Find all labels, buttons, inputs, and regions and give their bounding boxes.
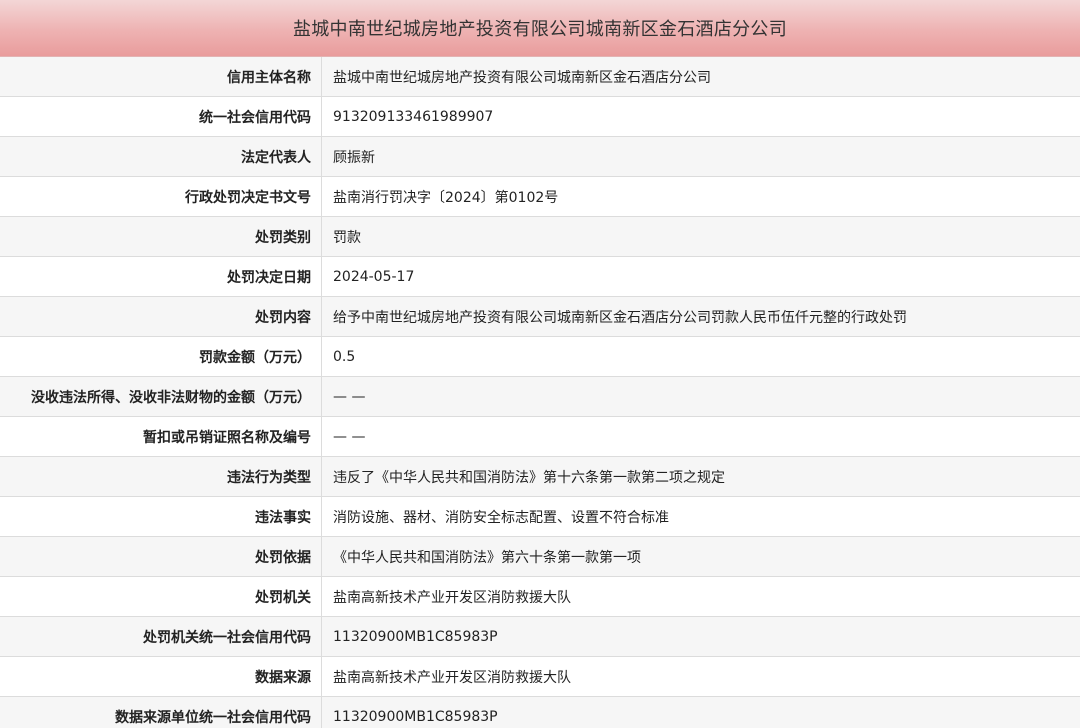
value-confiscation-amount: — — bbox=[333, 388, 366, 405]
record-table: 信用主体名称 盐城中南世纪城房地产投资有限公司城南新区金石酒店分公司 统一社会信… bbox=[0, 57, 1080, 728]
label-confiscation-amount: 没收违法所得、没收非法财物的金额（万元） bbox=[0, 377, 322, 416]
value-license-suspension: — — bbox=[333, 428, 366, 445]
row-authority-credit-code: 处罚机关统一社会信用代码 11320900MB1C85983P bbox=[0, 617, 1080, 657]
value-credit-subject-name: 盐城中南世纪城房地产投资有限公司城南新区金石酒店分公司 bbox=[333, 69, 711, 86]
record-title: 盐城中南世纪城房地产投资有限公司城南新区金石酒店分公司 bbox=[292, 19, 788, 40]
label-unified-credit-code: 统一社会信用代码 bbox=[0, 97, 322, 136]
row-legal-representative: 法定代表人 顾振新 bbox=[0, 137, 1080, 177]
record-page: 盐城中南世纪城房地产投资有限公司城南新区金石酒店分公司 信用主体名称 盐城中南世… bbox=[0, 0, 1080, 728]
label-fine-amount: 罚款金额（万元） bbox=[0, 337, 322, 376]
value-decision-document-number: 盐南消行罚决字〔2024〕第0102号 bbox=[333, 189, 559, 206]
value-penalty-authority: 盐南高新技术产业开发区消防救援大队 bbox=[333, 589, 571, 606]
label-legal-representative: 法定代表人 bbox=[0, 137, 322, 176]
label-penalty-basis: 处罚依据 bbox=[0, 537, 322, 576]
row-credit-subject-name: 信用主体名称 盐城中南世纪城房地产投资有限公司城南新区金石酒店分公司 bbox=[0, 57, 1080, 97]
row-violation-type: 违法行为类型 违反了《中华人民共和国消防法》第十六条第一款第二项之规定 bbox=[0, 457, 1080, 497]
row-violation-facts: 违法事实 消防设施、器材、消防安全标志配置、设置不符合标准 bbox=[0, 497, 1080, 537]
label-penalty-category: 处罚类别 bbox=[0, 217, 322, 256]
value-legal-representative: 顾振新 bbox=[333, 149, 375, 166]
row-unified-credit-code: 统一社会信用代码 913209133461989907 bbox=[0, 97, 1080, 137]
value-data-source: 盐南高新技术产业开发区消防救援大队 bbox=[333, 669, 571, 686]
value-decision-date: 2024-05-17 bbox=[333, 268, 415, 285]
label-authority-credit-code: 处罚机关统一社会信用代码 bbox=[0, 617, 322, 656]
value-penalty-category: 罚款 bbox=[333, 229, 361, 246]
label-license-suspension: 暂扣或吊销证照名称及编号 bbox=[0, 417, 322, 456]
row-decision-date: 处罚决定日期 2024-05-17 bbox=[0, 257, 1080, 297]
label-violation-facts: 违法事实 bbox=[0, 497, 322, 536]
label-penalty-authority: 处罚机关 bbox=[0, 577, 322, 616]
row-penalty-authority: 处罚机关 盐南高新技术产业开发区消防救援大队 bbox=[0, 577, 1080, 617]
label-data-source-credit-code: 数据来源单位统一社会信用代码 bbox=[0, 697, 322, 728]
row-penalty-content: 处罚内容 给予中南世纪城房地产投资有限公司城南新区金石酒店分公司罚款人民币伍仟元… bbox=[0, 297, 1080, 337]
value-unified-credit-code: 913209133461989907 bbox=[333, 108, 494, 125]
row-fine-amount: 罚款金额（万元） 0.5 bbox=[0, 337, 1080, 377]
value-penalty-content: 给予中南世纪城房地产投资有限公司城南新区金石酒店分公司罚款人民币伍仟元整的行政处… bbox=[333, 309, 907, 326]
label-credit-subject-name: 信用主体名称 bbox=[0, 57, 322, 96]
label-violation-type: 违法行为类型 bbox=[0, 457, 322, 496]
record-header: 盐城中南世纪城房地产投资有限公司城南新区金石酒店分公司 bbox=[0, 0, 1080, 57]
label-penalty-content: 处罚内容 bbox=[0, 297, 322, 336]
value-penalty-basis: 《中华人民共和国消防法》第六十条第一款第一项 bbox=[333, 549, 641, 566]
label-data-source: 数据来源 bbox=[0, 657, 322, 696]
row-license-suspension: 暂扣或吊销证照名称及编号 — — bbox=[0, 417, 1080, 457]
label-decision-date: 处罚决定日期 bbox=[0, 257, 322, 296]
value-fine-amount: 0.5 bbox=[333, 348, 356, 365]
row-decision-document-number: 行政处罚决定书文号 盐南消行罚决字〔2024〕第0102号 bbox=[0, 177, 1080, 217]
row-data-source: 数据来源 盐南高新技术产业开发区消防救援大队 bbox=[0, 657, 1080, 697]
value-violation-facts: 消防设施、器材、消防安全标志配置、设置不符合标准 bbox=[333, 509, 669, 526]
row-penalty-category: 处罚类别 罚款 bbox=[0, 217, 1080, 257]
value-violation-type: 违反了《中华人民共和国消防法》第十六条第一款第二项之规定 bbox=[333, 469, 725, 486]
label-decision-document-number: 行政处罚决定书文号 bbox=[0, 177, 322, 216]
value-data-source-credit-code: 11320900MB1C85983P bbox=[333, 708, 498, 725]
value-authority-credit-code: 11320900MB1C85983P bbox=[333, 628, 498, 645]
row-confiscation-amount: 没收违法所得、没收非法财物的金额（万元） — — bbox=[0, 377, 1080, 417]
row-penalty-basis: 处罚依据 《中华人民共和国消防法》第六十条第一款第一项 bbox=[0, 537, 1080, 577]
row-data-source-credit-code: 数据来源单位统一社会信用代码 11320900MB1C85983P bbox=[0, 697, 1080, 728]
